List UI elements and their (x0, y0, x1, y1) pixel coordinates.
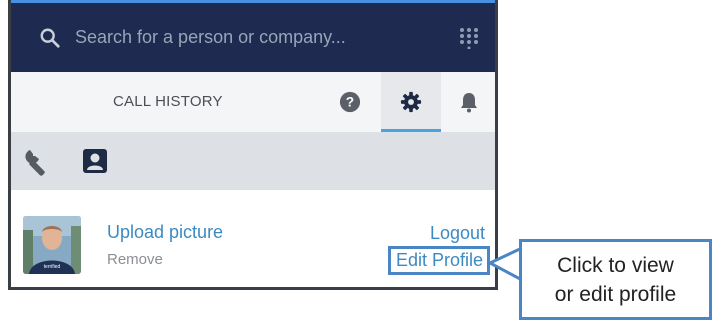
upload-picture-link[interactable]: Upload picture (107, 222, 223, 243)
search-icon[interactable] (37, 25, 63, 51)
search-bar[interactable]: Search for a person or company... (11, 3, 495, 72)
edit-profile-link[interactable]: Edit Profile (387, 246, 490, 275)
callout-box: Click to view or edit profile (519, 239, 712, 320)
svg-text:?: ? (346, 95, 354, 110)
bell-icon[interactable] (456, 89, 482, 115)
svg-text:terrified: terrified (44, 264, 61, 270)
help-icon[interactable]: ? (337, 89, 363, 115)
app-window: Search for a person or company... CALL H… (8, 0, 498, 290)
tab-bar: CALL HISTORY ? (11, 72, 495, 132)
gear-icon[interactable] (398, 89, 424, 115)
wrench-icon[interactable] (23, 146, 53, 176)
contact-card-icon[interactable] (80, 146, 110, 176)
logout-link[interactable]: Logout (430, 223, 485, 244)
tab-call-history[interactable]: CALL HISTORY (113, 93, 223, 110)
settings-subbar (11, 132, 495, 190)
callout-line-2: or edit profile (554, 283, 677, 306)
dialpad-icon[interactable] (459, 27, 479, 50)
callout-line-1: Click to view (557, 254, 674, 277)
avatar: terrified (23, 216, 81, 274)
search-input[interactable]: Search for a person or company... (75, 27, 346, 48)
remove-picture-link[interactable]: Remove (107, 251, 163, 268)
profile-section: terrified Upload picture Remove Logout E… (11, 190, 495, 287)
